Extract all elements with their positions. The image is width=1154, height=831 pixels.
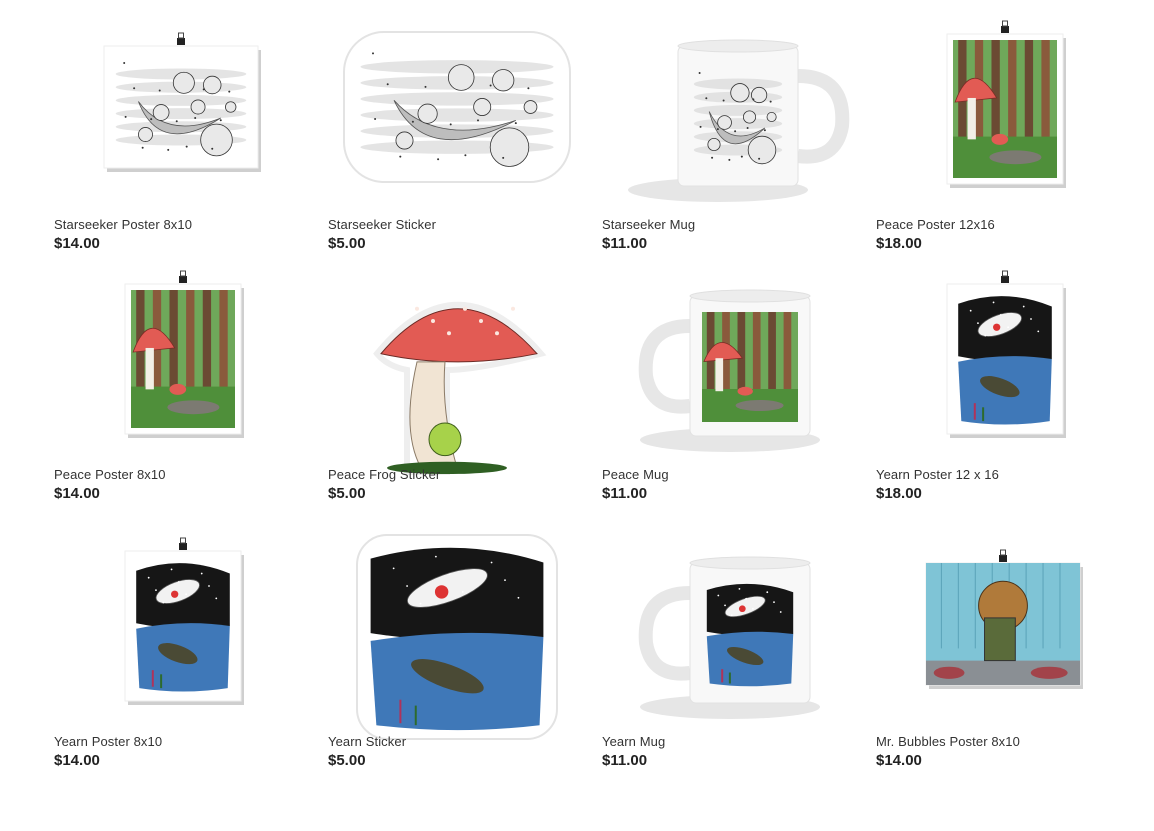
product-image[interactable] [876, 270, 1134, 474]
product-price: $14.00 [54, 485, 100, 502]
product-card[interactable]: Starseeker Sticker $5.00 [328, 20, 586, 260]
product-art [103, 45, 261, 172]
product-image[interactable] [54, 537, 312, 741]
product-art [638, 556, 820, 719]
product-art [638, 289, 820, 452]
product-image[interactable] [328, 20, 586, 224]
product-grid: Starseeker Poster 8x10 $14.00 Starseeker S… [0, 0, 1154, 831]
product-title[interactable]: Yearn Poster 8x10 [54, 734, 162, 749]
product-title[interactable]: Starseeker Mug [602, 217, 695, 232]
product-image[interactable] [602, 20, 860, 224]
binder-clip-icon [177, 32, 185, 45]
product-price: $5.00 [328, 752, 366, 769]
product-card[interactable]: Peace Mug $11.00 [602, 270, 860, 510]
product-image[interactable] [328, 534, 586, 741]
product-price: $11.00 [602, 485, 648, 502]
product-art [124, 283, 244, 438]
binder-clip-icon [179, 537, 187, 550]
product-art [628, 39, 850, 202]
product-thumbnail [946, 20, 1066, 188]
product-image[interactable] [602, 270, 860, 474]
product-art [356, 534, 558, 740]
product-card[interactable]: Mr. Bubbles Poster 8x10 $14.00 [876, 537, 1134, 777]
product-price: $18.00 [876, 485, 922, 502]
product-title[interactable]: Yearn Mug [602, 734, 665, 749]
product-card[interactable]: Peace Poster 8x10 $14.00 [54, 270, 312, 510]
product-card[interactable]: Starseeker Poster 8x10 $14.00 [54, 20, 312, 260]
product-image[interactable] [54, 20, 312, 224]
product-thumbnail [373, 301, 547, 475]
product-art [373, 301, 547, 475]
product-image[interactable] [54, 270, 312, 474]
product-title[interactable]: Peace Poster 8x10 [54, 467, 166, 482]
product-title[interactable]: Starseeker Sticker [328, 217, 436, 232]
product-card[interactable]: Yearn Mug $11.00 [602, 537, 860, 777]
product-card[interactable]: Yearn Poster 12 x 16 $18.00 [876, 270, 1134, 510]
product-art [343, 31, 571, 183]
product-art [946, 33, 1066, 188]
binder-clip-icon [1001, 270, 1009, 283]
product-price: $14.00 [54, 235, 100, 252]
product-thumbnail [638, 556, 820, 719]
product-thumbnail [946, 270, 1066, 438]
product-title[interactable]: Mr. Bubbles Poster 8x10 [876, 734, 1020, 749]
product-card[interactable]: Peace Poster 12x16 $18.00 [876, 20, 1134, 260]
product-title[interactable]: Yearn Sticker [328, 734, 406, 749]
product-price: $5.00 [328, 485, 366, 502]
product-thumbnail [925, 549, 1083, 689]
product-price: $14.00 [54, 752, 100, 769]
product-thumbnail [356, 534, 558, 740]
binder-clip-icon [999, 549, 1007, 562]
binder-clip-icon [179, 270, 187, 283]
product-thumbnail [638, 289, 820, 452]
product-image[interactable] [602, 537, 860, 741]
binder-clip-icon [1001, 20, 1009, 33]
product-price: $11.00 [602, 752, 648, 769]
product-image[interactable] [876, 537, 1134, 741]
product-art [925, 562, 1083, 689]
product-price: $5.00 [328, 235, 366, 252]
product-thumbnail [124, 270, 244, 438]
product-price: $14.00 [876, 752, 922, 769]
product-image[interactable] [876, 20, 1134, 224]
product-title[interactable]: Peace Frog Sticker [328, 467, 440, 482]
product-card[interactable]: Yearn Sticker $5.00 [328, 534, 586, 777]
product-art [946, 283, 1066, 438]
product-price: $11.00 [602, 235, 648, 252]
product-title[interactable]: Starseeker Poster 8x10 [54, 217, 192, 232]
product-thumbnail [124, 537, 244, 705]
product-title[interactable]: Peace Poster 12x16 [876, 217, 995, 232]
product-thumbnail [628, 39, 850, 202]
product-card[interactable]: Peace Frog Sticker $5.00 [328, 270, 586, 510]
product-title[interactable]: Peace Mug [602, 467, 669, 482]
product-card[interactable]: Starseeker Mug $11.00 [602, 20, 860, 260]
product-image[interactable] [328, 270, 586, 475]
product-card[interactable]: Yearn Poster 8x10 $14.00 [54, 537, 312, 777]
product-thumbnail [343, 31, 571, 183]
product-thumbnail [103, 32, 261, 172]
product-title[interactable]: Yearn Poster 12 x 16 [876, 467, 999, 482]
product-price: $18.00 [876, 235, 922, 252]
product-art [124, 550, 244, 705]
